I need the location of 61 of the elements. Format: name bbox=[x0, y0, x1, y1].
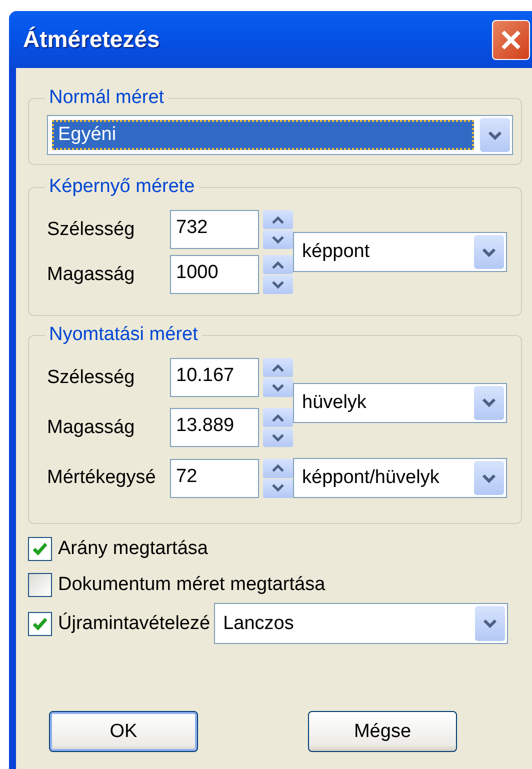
checkbox-label: Újramintavételezé bbox=[58, 612, 210, 634]
chevron-down-icon bbox=[272, 280, 284, 288]
chevron-up-icon bbox=[272, 414, 284, 422]
spin-up-button[interactable] bbox=[263, 458, 293, 478]
cancel-button[interactable]: Mégse bbox=[308, 711, 457, 752]
group-label: Nyomtatási méret bbox=[48, 324, 199, 346]
checkbox[interactable] bbox=[28, 537, 52, 561]
spin-up-button[interactable] bbox=[263, 255, 293, 274]
chevron-up-icon bbox=[272, 364, 284, 372]
input-field[interactable]: 10.167 bbox=[170, 358, 260, 397]
input-field[interactable]: 1000 bbox=[170, 255, 260, 294]
chevron-down-icon bbox=[272, 384, 284, 392]
input-field[interactable]: 13.889 bbox=[170, 408, 260, 447]
checkbox[interactable] bbox=[28, 573, 52, 597]
spin-up-button[interactable] bbox=[263, 408, 293, 427]
dropdown-button[interactable] bbox=[474, 386, 504, 420]
dropdown[interactable]: képpont bbox=[293, 232, 507, 272]
chevron-down-icon bbox=[482, 398, 496, 407]
chevron-down-icon bbox=[272, 484, 284, 492]
dropdown[interactable]: Lanczos bbox=[214, 603, 508, 644]
group-label: Képernyő mérete bbox=[48, 176, 196, 198]
chevron-up-icon bbox=[272, 464, 284, 472]
field-label: Mértékegysé bbox=[47, 467, 157, 489]
checkbox-label: Arány megtartása bbox=[58, 538, 208, 560]
input-field[interactable]: 72 bbox=[170, 458, 260, 498]
chevron-down-icon bbox=[483, 619, 498, 628]
spin-up-button[interactable] bbox=[263, 210, 293, 229]
spin-down-button[interactable] bbox=[263, 230, 293, 249]
chevron-down-icon bbox=[272, 236, 284, 244]
ok-button[interactable]: OK bbox=[49, 711, 198, 752]
chevron-down-icon bbox=[488, 130, 502, 140]
chevron-down-icon bbox=[482, 474, 496, 482]
dropdown-button[interactable] bbox=[474, 461, 504, 495]
chevron-up-icon bbox=[272, 216, 284, 224]
field-label: Magasság bbox=[47, 264, 136, 286]
dropdown[interactable]: képpont/hüvelyk bbox=[293, 458, 507, 498]
window-title: Átméretezés bbox=[23, 26, 160, 53]
chevron-down-icon bbox=[482, 248, 496, 256]
checkbox-label: Dokumentum méret megtartása bbox=[58, 574, 326, 596]
field-label: Szélesség bbox=[47, 218, 136, 240]
dropdown[interactable]: Egyéni bbox=[47, 115, 513, 155]
dropdown-button[interactable] bbox=[480, 118, 510, 152]
field-label: Magasság bbox=[47, 416, 136, 438]
spin-down-button[interactable] bbox=[263, 275, 293, 294]
dropdown[interactable]: hüvelyk bbox=[293, 382, 507, 422]
close-icon bbox=[500, 28, 522, 50]
dropdown-button[interactable] bbox=[474, 235, 504, 269]
spin-down-button[interactable] bbox=[263, 478, 293, 498]
spin-down-button[interactable] bbox=[263, 378, 293, 397]
chevron-up-icon bbox=[272, 260, 284, 268]
chevron-down-icon bbox=[272, 434, 284, 442]
spin-up-button[interactable] bbox=[263, 358, 293, 377]
check-icon bbox=[32, 542, 48, 556]
close-button[interactable] bbox=[492, 20, 530, 60]
field-label: Szélesség bbox=[47, 366, 136, 388]
group-label: Normál méret bbox=[48, 87, 166, 109]
spin-down-button[interactable] bbox=[263, 428, 293, 447]
dropdown-button[interactable] bbox=[475, 606, 506, 641]
checkbox[interactable] bbox=[28, 612, 52, 636]
input-field[interactable]: 732 bbox=[170, 210, 260, 249]
check-icon bbox=[32, 616, 48, 630]
